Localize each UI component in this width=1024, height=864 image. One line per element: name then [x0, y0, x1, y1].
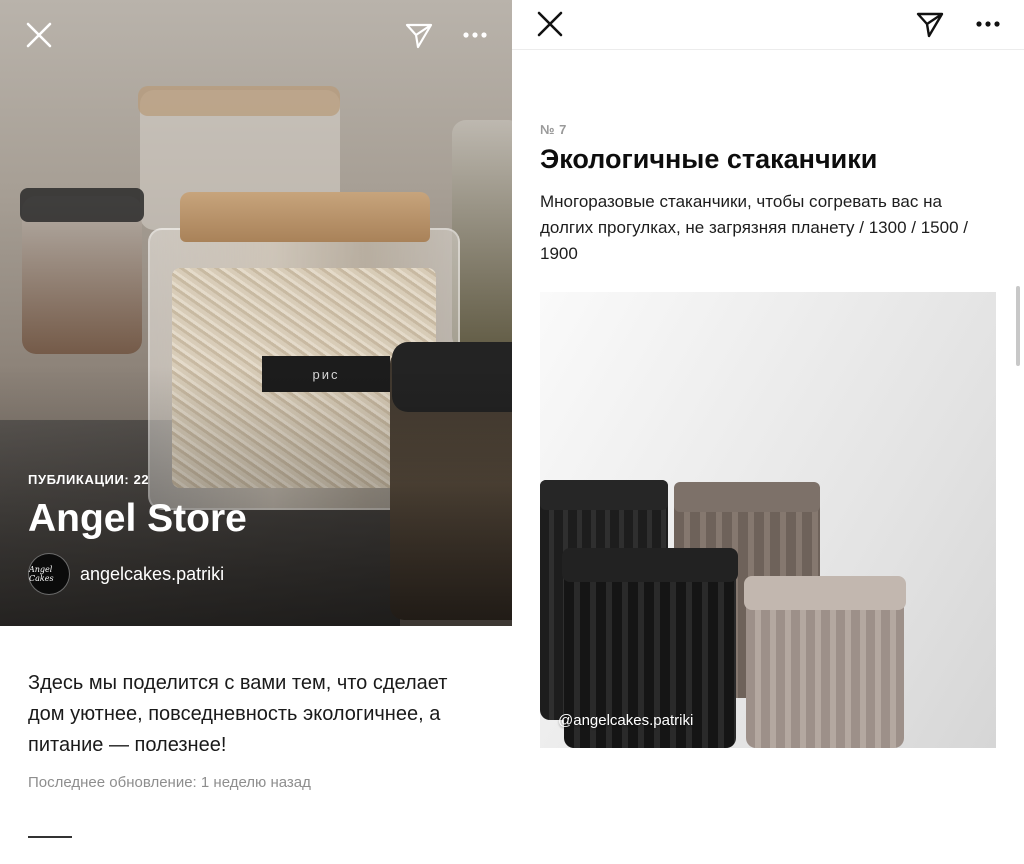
cover-photo: рис ПУБЛИКАЦИИ: 22 Angel Store Angel Cak…	[0, 0, 512, 626]
right-jar	[452, 120, 512, 350]
item-toolbar	[512, 0, 1024, 50]
guide-title: Angel Store	[28, 497, 247, 540]
publications-count: ПУБЛИКАЦИИ: 22	[28, 472, 150, 487]
item-title: Экологичные стаканчики	[540, 144, 878, 174]
last-updated: Последнее обновление: 1 неделю назад	[28, 774, 311, 791]
item-number: № 7	[540, 122, 567, 137]
author-row[interactable]: Angel Cakes angelcakes.patriki	[28, 553, 488, 595]
black-cup-front-rim	[562, 548, 738, 582]
item-description: Многоразовые стаканчики, чтобы согревать…	[540, 192, 968, 263]
left-jar-lid	[20, 188, 144, 222]
more-icon[interactable]	[968, 4, 1008, 44]
cork-lid	[180, 192, 430, 242]
guide-cover-panel: рис ПУБЛИКАЦИИ: 22 Angel Store Angel Cak…	[0, 0, 512, 864]
author-username[interactable]: angelcakes.patriki	[80, 564, 224, 585]
scrollbar[interactable]	[1016, 286, 1020, 366]
beige-cup-back-rim	[674, 482, 820, 512]
cover-text: ПУБЛИКАЦИИ: 22 Angel Store Angel Cakes a…	[28, 472, 488, 595]
beige-cup-front-rim	[744, 576, 906, 610]
background-jar-lid	[138, 86, 340, 116]
item-photo[interactable]: @angelcakes.patriki	[540, 292, 996, 748]
send-icon[interactable]	[400, 16, 438, 54]
guide-item-panel: № 7 Экологичные стаканчики Многоразовые …	[512, 0, 1024, 864]
close-icon[interactable]	[20, 16, 58, 54]
guide-description: Здесь мы поделится с вами тем, что сдела…	[28, 672, 448, 756]
cover-toolbar	[0, 0, 512, 70]
photo-credit[interactable]: @angelcakes.patriki	[558, 712, 693, 729]
divider	[28, 836, 72, 838]
more-icon[interactable]	[456, 16, 494, 54]
black-cup-back-rim	[540, 480, 668, 510]
send-icon[interactable]	[910, 4, 950, 44]
avatar[interactable]: Angel Cakes	[28, 553, 70, 595]
close-icon[interactable]	[530, 4, 570, 44]
